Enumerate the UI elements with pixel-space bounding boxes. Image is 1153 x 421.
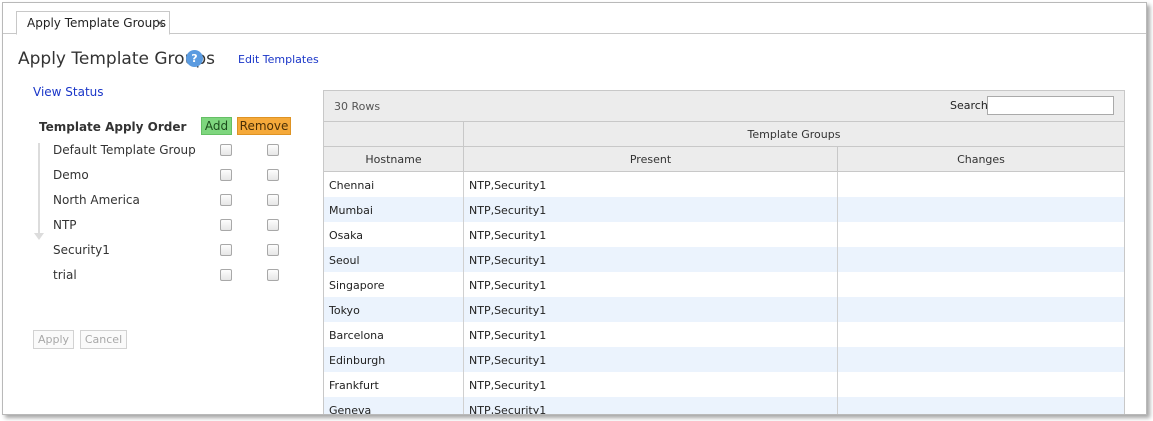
present-cell: NTP,Security1 bbox=[464, 397, 838, 414]
rows-count: 30 Rows bbox=[334, 100, 381, 113]
order-line bbox=[38, 143, 40, 235]
changes-cell bbox=[838, 172, 1124, 197]
help-icon[interactable]: ? bbox=[186, 50, 203, 67]
order-item[interactable]: trial bbox=[53, 268, 293, 288]
table-row[interactable]: Frankfurt NTP,Security1 bbox=[324, 372, 1124, 397]
close-icon[interactable]: × bbox=[155, 16, 165, 30]
changes-cell bbox=[838, 397, 1124, 414]
app-window: Apply Template Groups × Apply Template G… bbox=[2, 2, 1147, 415]
order-item[interactable]: NTP bbox=[53, 218, 293, 238]
remove-checkbox[interactable] bbox=[267, 144, 279, 156]
table-row[interactable]: Seoul NTP,Security1 bbox=[324, 247, 1124, 272]
present-cell: NTP,Security1 bbox=[464, 372, 838, 397]
edit-templates-link[interactable]: Edit Templates bbox=[238, 53, 319, 66]
order-item-label: Default Template Group bbox=[53, 143, 196, 157]
order-item[interactable]: Demo bbox=[53, 168, 293, 188]
remove-checkbox[interactable] bbox=[267, 169, 279, 181]
changes-cell bbox=[838, 222, 1124, 247]
present-cell: NTP,Security1 bbox=[464, 347, 838, 372]
add-checkbox[interactable] bbox=[220, 269, 232, 281]
remove-column-button[interactable]: Remove bbox=[237, 117, 291, 135]
remove-checkbox[interactable] bbox=[267, 194, 279, 206]
changes-cell bbox=[838, 247, 1124, 272]
order-item-label: NTP bbox=[53, 218, 77, 232]
hostname-column-header[interactable]: Hostname bbox=[324, 147, 464, 172]
table-row[interactable]: Edinburgh NTP,Security1 bbox=[324, 347, 1124, 372]
order-item[interactable]: North America bbox=[53, 193, 293, 213]
order-item-label: trial bbox=[53, 268, 77, 282]
table-row[interactable]: Mumbai NTP,Security1 bbox=[324, 197, 1124, 222]
present-cell: NTP,Security1 bbox=[464, 172, 838, 197]
hostname-cell: Osaka bbox=[324, 222, 464, 247]
table-row[interactable]: Geneva NTP,Security1 bbox=[324, 397, 1124, 414]
present-cell: NTP,Security1 bbox=[464, 297, 838, 322]
tab-apply-template-groups[interactable]: Apply Template Groups × bbox=[16, 11, 170, 35]
tab-label: Apply Template Groups bbox=[27, 16, 167, 30]
changes-cell bbox=[838, 347, 1124, 372]
view-status-link[interactable]: View Status bbox=[33, 85, 104, 99]
order-item[interactable]: Default Template Group bbox=[53, 143, 293, 163]
template-apply-order-title: Template Apply Order bbox=[39, 120, 187, 134]
present-cell: NTP,Security1 bbox=[464, 247, 838, 272]
tab-bar: Apply Template Groups × bbox=[3, 3, 1146, 35]
hostname-cell: Edinburgh bbox=[324, 347, 464, 372]
remove-checkbox[interactable] bbox=[267, 219, 279, 231]
order-item-label: Demo bbox=[53, 168, 89, 182]
template-groups-header: Template Groups bbox=[464, 122, 1124, 147]
search-input[interactable] bbox=[987, 96, 1114, 115]
arrow-down-icon bbox=[34, 233, 44, 240]
present-cell: NTP,Security1 bbox=[464, 322, 838, 347]
table-row[interactable]: Chennai NTP,Security1 bbox=[324, 172, 1124, 197]
table-row[interactable]: Barcelona NTP,Security1 bbox=[324, 322, 1124, 347]
present-cell: NTP,Security1 bbox=[464, 222, 838, 247]
changes-cell bbox=[838, 197, 1124, 222]
add-checkbox[interactable] bbox=[220, 194, 232, 206]
hostname-cell: Mumbai bbox=[324, 197, 464, 222]
order-item-label: Security1 bbox=[53, 243, 110, 257]
hostname-cell: Geneva bbox=[324, 397, 464, 414]
remove-checkbox[interactable] bbox=[267, 269, 279, 281]
table-row[interactable]: Osaka NTP,Security1 bbox=[324, 222, 1124, 247]
table-row[interactable]: Singapore NTP,Security1 bbox=[324, 272, 1124, 297]
add-checkbox[interactable] bbox=[220, 144, 232, 156]
add-checkbox[interactable] bbox=[220, 219, 232, 231]
add-checkbox[interactable] bbox=[220, 169, 232, 181]
table-row[interactable]: Tokyo NTP,Security1 bbox=[324, 297, 1124, 322]
changes-cell bbox=[838, 372, 1124, 397]
remove-checkbox[interactable] bbox=[267, 244, 279, 256]
apply-button[interactable]: Apply bbox=[33, 330, 74, 349]
add-column-button[interactable]: Add bbox=[201, 117, 232, 135]
cancel-button[interactable]: Cancel bbox=[80, 330, 127, 349]
header-spacer bbox=[324, 122, 464, 147]
changes-column-header[interactable]: Changes bbox=[838, 147, 1124, 172]
hostname-cell: Tokyo bbox=[324, 297, 464, 322]
search-label: Search bbox=[950, 99, 988, 112]
changes-cell bbox=[838, 272, 1124, 297]
changes-cell bbox=[838, 322, 1124, 347]
present-cell: NTP,Security1 bbox=[464, 197, 838, 222]
present-cell: NTP,Security1 bbox=[464, 272, 838, 297]
grid-toolbar: 30 Rows Search bbox=[324, 91, 1124, 122]
changes-cell bbox=[838, 297, 1124, 322]
order-item[interactable]: Security1 bbox=[53, 243, 293, 263]
hostname-cell: Barcelona bbox=[324, 322, 464, 347]
present-column-header[interactable]: Present bbox=[464, 147, 838, 172]
hostname-cell: Frankfurt bbox=[324, 372, 464, 397]
hostname-cell: Chennai bbox=[324, 172, 464, 197]
add-checkbox[interactable] bbox=[220, 244, 232, 256]
order-item-label: North America bbox=[53, 193, 140, 207]
hostname-cell: Singapore bbox=[324, 272, 464, 297]
hosts-grid: 30 Rows Search Template Groups Hostname … bbox=[323, 90, 1125, 414]
hostname-cell: Seoul bbox=[324, 247, 464, 272]
